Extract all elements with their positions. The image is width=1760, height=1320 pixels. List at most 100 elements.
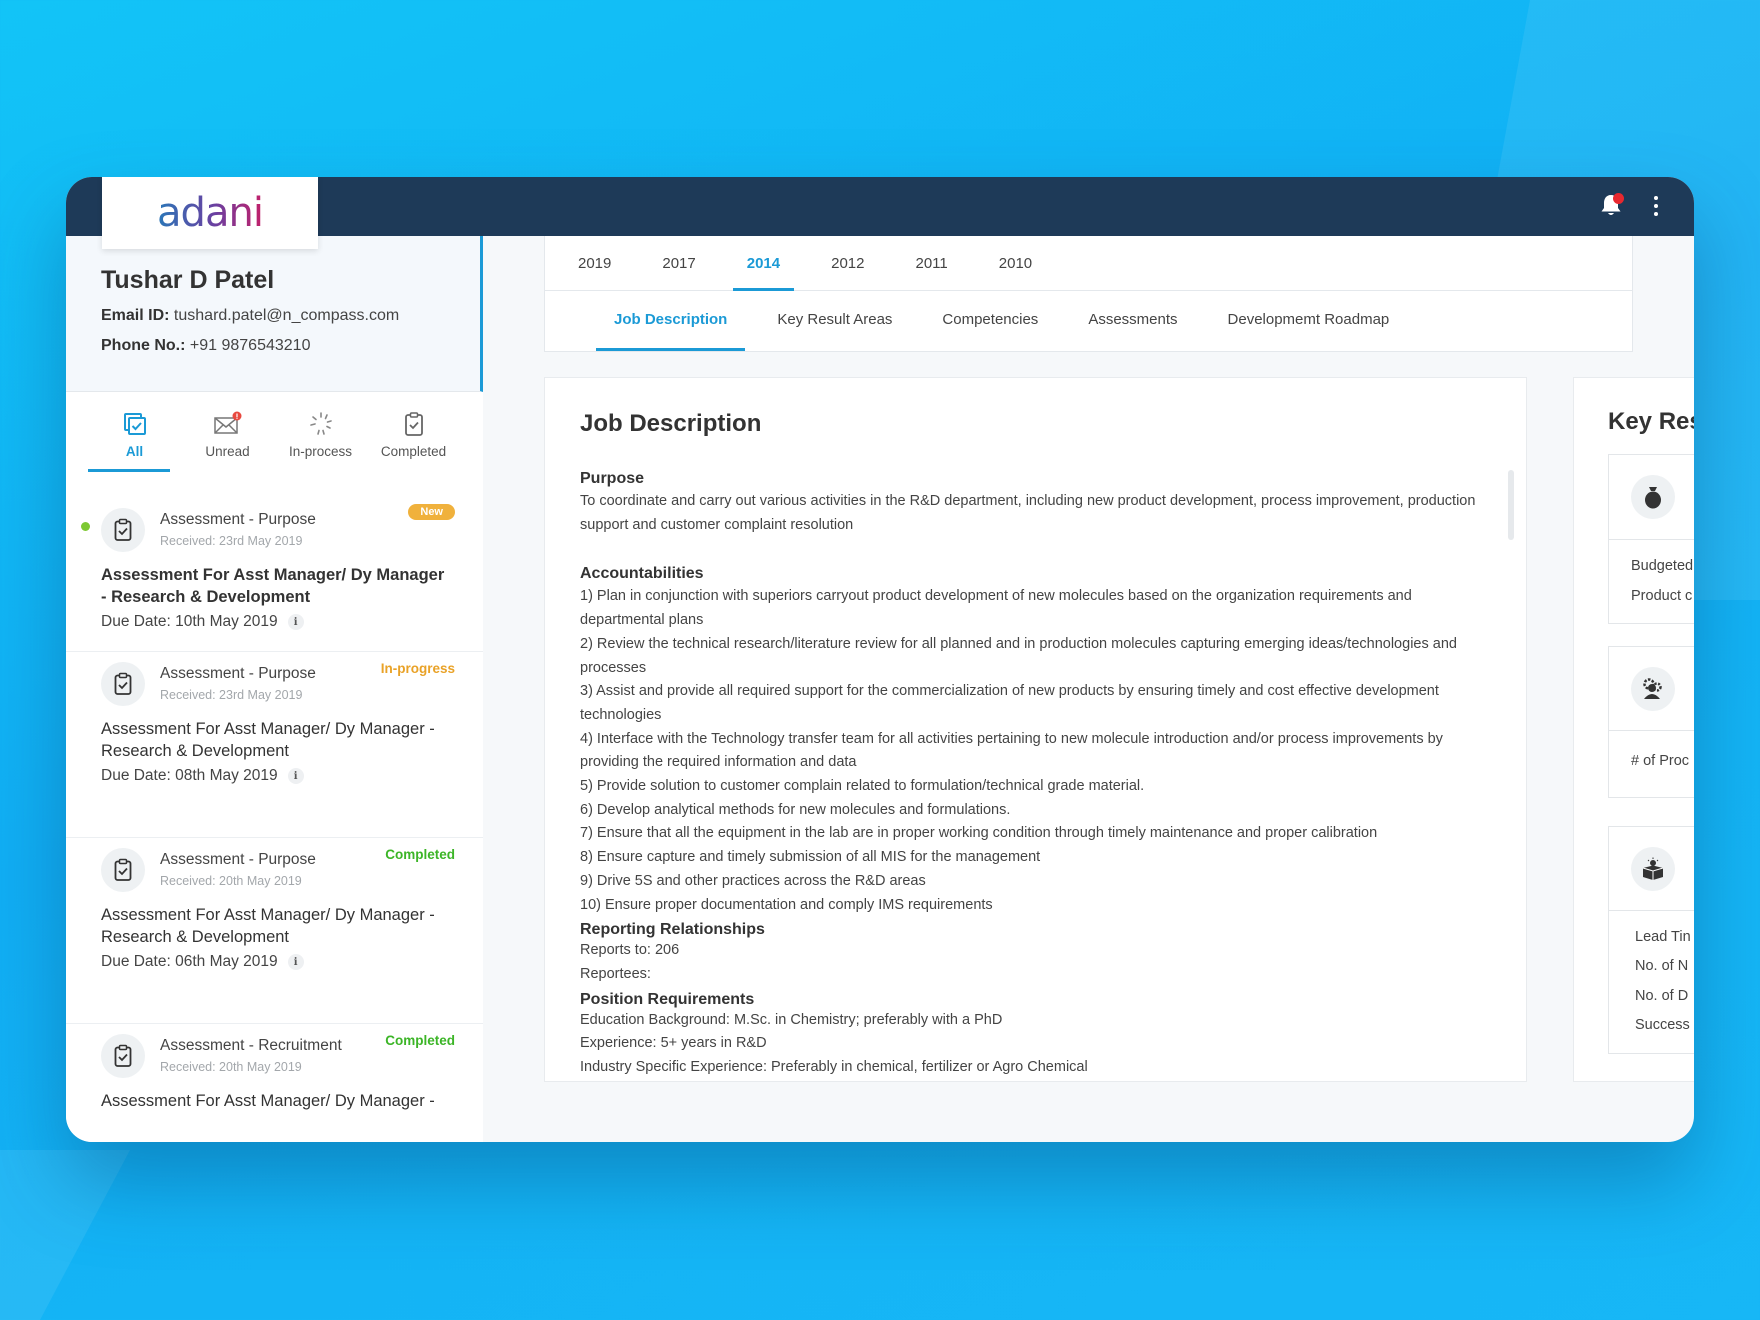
filter-tab-all[interactable]: All — [88, 392, 181, 492]
profile-card: Tushar D Patel Email ID: tushard.patel@n… — [66, 236, 483, 392]
assessment-title: Assessment For Asst Manager/ Dy Manager … — [101, 1092, 435, 1110]
position-requirements-heading: Position Requirements — [580, 990, 755, 1008]
received-date: Received: 23rd May 2019 — [160, 688, 303, 702]
purpose-text: To coordinate and carry out various acti… — [580, 493, 1476, 533]
key-results-title: Key Res — [1608, 408, 1694, 435]
year-tab-2010[interactable]: 2010 — [999, 236, 1032, 290]
key-result-block[interactable]: Budgeted Product c — [1608, 454, 1694, 624]
job-description-title: Job Description — [580, 410, 762, 437]
assessment-list-item[interactable]: Assessment - Recruitment Received: 20th M… — [66, 1024, 483, 1142]
due-date-text: Due Date: 06th May 2019 — [101, 953, 278, 970]
key-result-line: No. of D — [1635, 987, 1689, 1004]
brand-logo[interactable]: adani — [102, 177, 318, 249]
filter-label: In-process — [288, 444, 353, 459]
status-badge: New — [408, 504, 455, 520]
app-window: adani Tushar D Patel Email ID: tushard.p… — [66, 177, 1694, 1142]
accountability-item: 3) Assist and provide all required suppo… — [580, 683, 1439, 723]
tab-job-description[interactable]: Job Description — [595, 291, 746, 351]
tab-developmemt-roadmap[interactable]: Developmemt Roadmap — [1228, 291, 1390, 351]
key-results-card: Key Res Budgeted Product c # of Proc Lea… — [1573, 377, 1694, 1082]
accountability-item: 5) Provide solution to customer complain… — [580, 778, 1145, 795]
key-result-block[interactable]: Lead Tin No. of N No. of D Success — [1608, 825, 1694, 1054]
phone-label: Phone No.: — [101, 337, 186, 354]
profile-phone: Phone No.: +91 9876543210 — [101, 337, 480, 355]
due-date-text: Due Date: 10th May 2019 — [101, 613, 278, 630]
due-date: Due Date: 10th May 2019 i — [101, 613, 455, 631]
reporting-heading: Reporting Relationships — [580, 921, 765, 939]
key-result-line: Success — [1635, 1017, 1690, 1033]
tabs-panel: 2019 2017 2014 2012 2011 2010 Job Description… — [544, 236, 1633, 352]
clipboard-check-icon — [404, 412, 423, 436]
education-background: Education Background: M.Sc. in Chemistry… — [580, 1011, 1003, 1028]
clipboard-check-icon — [114, 518, 132, 541]
info-icon[interactable]: i — [287, 768, 304, 784]
status-badge: Completed — [385, 1033, 455, 1048]
filter-tab-in-process[interactable]: In-process — [274, 392, 367, 492]
assessment-avatar — [101, 848, 145, 892]
filter-tab-unread[interactable]: Unread — [181, 392, 274, 492]
assessment-avatar — [101, 508, 145, 552]
key-result-block[interactable]: # of Proc — [1608, 646, 1694, 798]
experience: Experience: 5+ years in R&D — [580, 1035, 767, 1052]
year-tab-2017[interactable]: 2017 — [662, 236, 695, 290]
filter-label: Unread — [205, 444, 250, 459]
year-tab-2011[interactable]: 2011 — [916, 236, 948, 290]
due-date: Due Date: 06th May 2019 i — [101, 953, 455, 971]
tab-competencies[interactable]: Competencies — [942, 291, 1038, 351]
mail-icon — [213, 411, 241, 434]
accountability-item: 9) Drive 5S and other practices across t… — [580, 872, 926, 889]
received-date: Received: 20th May 2019 — [160, 1060, 302, 1074]
product-box-idea-icon — [1642, 857, 1664, 880]
email-label: Email ID: — [101, 307, 170, 324]
filter-tabs: All Unread In-process Completed — [66, 392, 483, 492]
reportees: Reportees: — [580, 965, 651, 982]
key-result-line: No. of N — [1635, 958, 1689, 974]
profile-name: Tushar D Patel — [101, 266, 275, 294]
accountabilities-list: 1) Plan in conjunction with superiors ca… — [580, 585, 1490, 917]
reports-to: Reports to: 206 — [580, 942, 680, 959]
assessment-avatar — [101, 662, 145, 706]
received-date: Received: 23rd May 2019 — [160, 534, 303, 548]
scrollbar-thumb[interactable] — [1508, 470, 1514, 540]
key-result-line: # of Proc — [1631, 753, 1690, 769]
assessment-list-item[interactable]: Assessment - Purpose Received: 23rd May 2… — [66, 492, 483, 652]
year-tab-2012[interactable]: 2012 — [831, 236, 864, 290]
info-icon[interactable]: i — [287, 614, 304, 630]
assessment-list-item[interactable]: Assessment - Purpose Received: 23rd May 2… — [66, 652, 483, 838]
accountability-item: 2) Review the technical research/literat… — [580, 635, 1457, 676]
worker-gear-icon — [1643, 678, 1662, 699]
spinner-icon — [309, 412, 332, 435]
notifications-button[interactable] — [1600, 193, 1624, 219]
section-tabs: Job Description Key Result Areas Competenc… — [545, 291, 1632, 351]
unread-indicator — [81, 522, 90, 531]
received-date: Received: 20th May 2019 — [160, 874, 302, 888]
clipboard-check-icon — [114, 1044, 132, 1067]
profile-email: Email ID: tushard.patel@n_compass.com — [101, 307, 480, 325]
purpose-heading: Purpose — [580, 470, 645, 487]
year-tab-2014[interactable]: 2014 — [732, 236, 795, 291]
assessment-list: Assessment - Purpose Received: 23rd May 2… — [66, 492, 483, 1142]
year-tabs: 2019 2017 2014 2012 2011 2010 — [545, 236, 1632, 291]
accountabilities-heading: Accountabilities — [580, 565, 704, 583]
tab-assessments[interactable]: Assessments — [1088, 291, 1177, 351]
accountability-item: 6) Develop analytical methods for new mo… — [580, 801, 1011, 818]
key-result-line: Lead Tin — [1635, 928, 1691, 945]
more-menu-button[interactable] — [1648, 194, 1664, 218]
tab-key-result-areas[interactable]: Key Result Areas — [777, 291, 892, 351]
job-description-card: Job Description Purpose To coordinate an… — [544, 377, 1527, 1082]
all-check-icon — [123, 413, 146, 435]
year-tab-2019[interactable]: 2019 — [578, 236, 611, 290]
accountability-item: 10) Ensure proper documentation and comp… — [580, 896, 993, 913]
key-result-line: Budgeted — [1631, 558, 1694, 574]
filter-tab-completed[interactable]: Completed — [367, 392, 460, 492]
money-bag-icon — [1645, 487, 1661, 509]
info-icon[interactable]: i — [287, 954, 304, 970]
industry-experience: Industry Specific Experience: Preferably… — [580, 1059, 1088, 1076]
assessment-avatar — [101, 1034, 145, 1078]
sidebar: Tushar D Patel Email ID: tushard.patel@n… — [66, 236, 483, 1142]
notification-dot — [1613, 193, 1624, 204]
assessment-list-item[interactable]: Assessment - Purpose Received: 20th May 2… — [66, 838, 483, 1024]
more-vertical-icon — [1654, 196, 1658, 200]
filter-label: All — [125, 444, 144, 459]
clipboard-check-icon — [114, 858, 132, 881]
